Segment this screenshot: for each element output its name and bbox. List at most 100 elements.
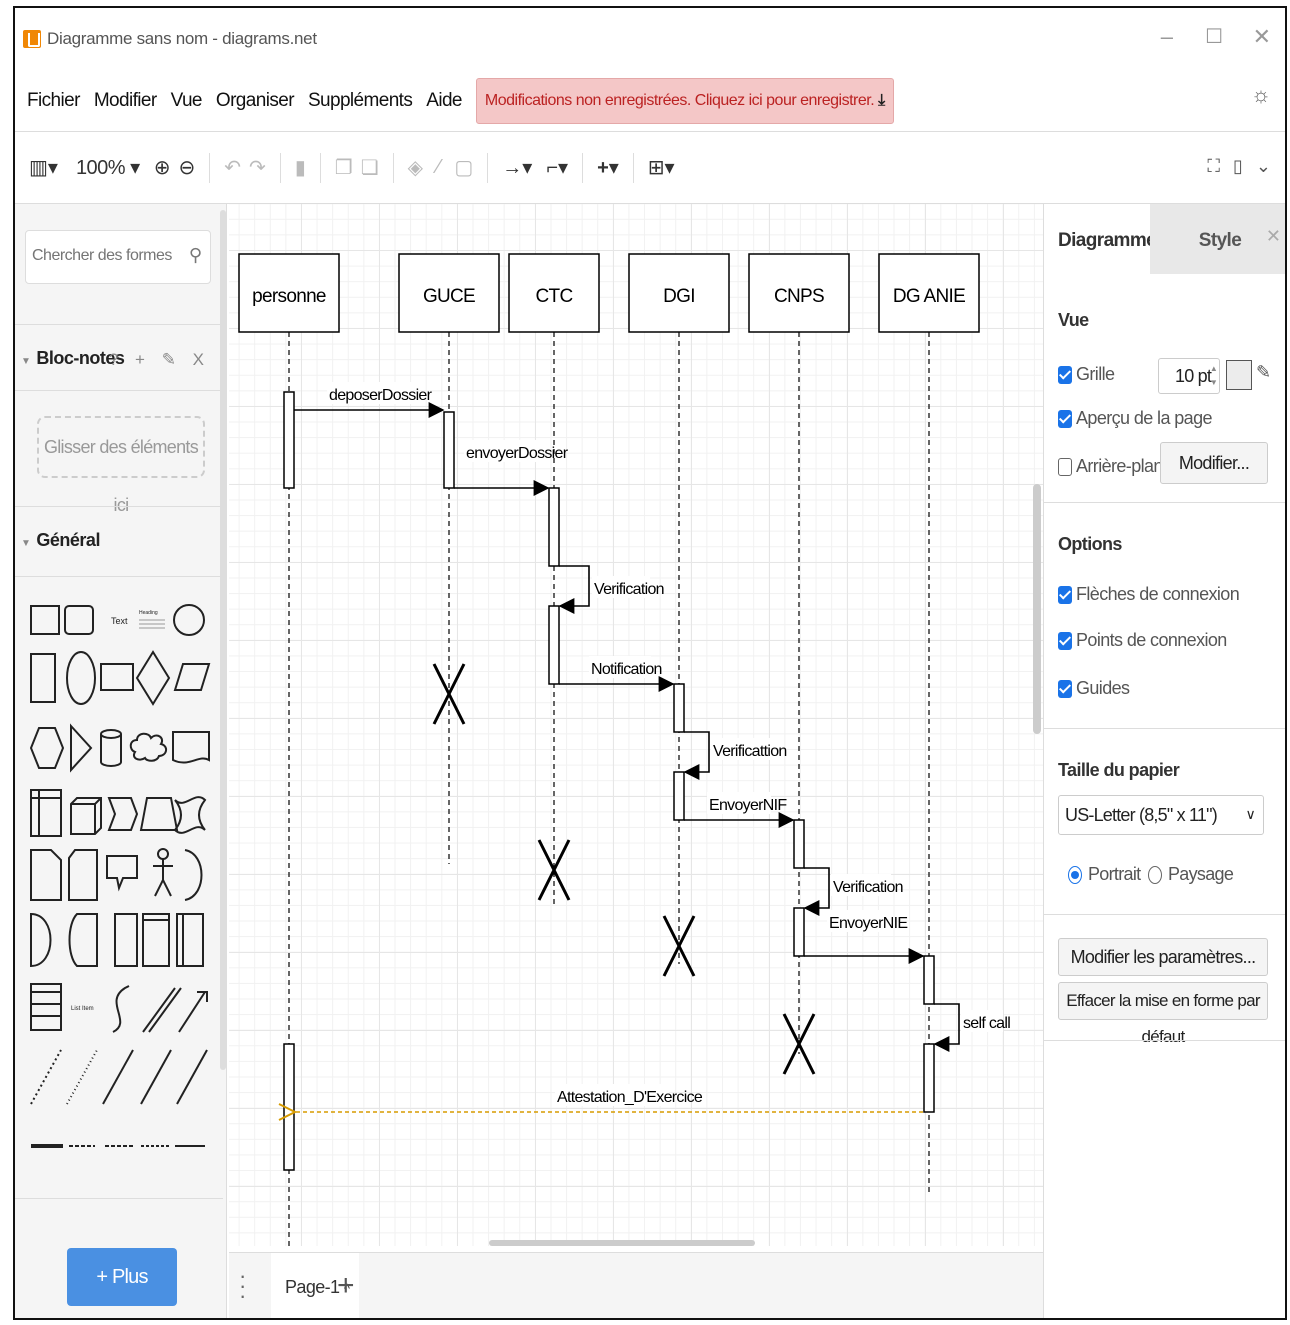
edit-params-button[interactable]: Modifier les paramètres... (1058, 938, 1268, 976)
rounded-rectangle-shape[interactable] (64, 605, 94, 635)
delete-icon[interactable]: ▮ (295, 155, 306, 180)
triangle-shape[interactable] (70, 723, 93, 773)
circle-shape[interactable] (173, 604, 205, 636)
activation-bar[interactable] (673, 683, 685, 733)
shape-search[interactable]: ⚲ (25, 230, 211, 284)
sidebar-scrollbar[interactable] (220, 210, 226, 1070)
cloud-shape[interactable] (129, 732, 167, 762)
connection-arrows-checkbox[interactable]: Flèches de connexion (1058, 584, 1240, 605)
menu-arrange[interactable]: Organiser (216, 90, 295, 112)
swimlane-shape[interactable] (176, 913, 204, 967)
curve-shape[interactable] (112, 985, 130, 1033)
fullscreen-icon[interactable]: ⛶ ▯ ⌄ (1207, 156, 1275, 177)
search-icon[interactable]: ⚲ (189, 245, 202, 266)
menu-file[interactable]: Fichier (27, 90, 80, 112)
format-panel-icon[interactable]: ▥▾ (29, 155, 58, 180)
minimize-icon[interactable]: – (1161, 24, 1173, 50)
waypoints-icon[interactable]: ⌐▾ (546, 155, 568, 180)
bidirectional-connector-shape[interactable] (140, 1049, 172, 1105)
zoom-in-icon[interactable]: ⊕ (154, 155, 171, 180)
cube-shape[interactable] (70, 797, 102, 835)
connection-icon[interactable]: →▾ (502, 155, 532, 180)
self-message-arrow[interactable] (933, 1003, 960, 1052)
zoom-select[interactable]: 100% ▾ (76, 155, 140, 180)
process-shape[interactable] (114, 913, 138, 967)
unsaved-changes-button[interactable]: Modifications non enregistrées. Cliquez … (475, 77, 894, 124)
actor-shape[interactable] (153, 848, 173, 897)
close-panel-icon[interactable]: ✕ (1266, 226, 1281, 247)
canvas-vertical-scrollbar[interactable] (1033, 484, 1041, 734)
arrow-shape[interactable] (178, 991, 208, 1033)
more-shapes-button[interactable]: + Plus d'icones (67, 1248, 177, 1306)
delay-shape[interactable] (30, 912, 52, 968)
activation-bar[interactable] (443, 411, 455, 489)
activation-bar[interactable] (283, 391, 295, 489)
tab-diagram[interactable]: Diagramme (1044, 204, 1157, 274)
guides-checkbox[interactable]: Guides (1058, 678, 1130, 699)
tall-rectangle-shape[interactable] (30, 653, 56, 703)
to-back-icon[interactable]: ❏ (361, 155, 379, 180)
add-page-icon[interactable]: + (337, 1269, 355, 1303)
stored-data-shape[interactable] (68, 913, 98, 967)
undo-icon[interactable]: ↶ (224, 155, 241, 180)
card-shape[interactable] (68, 849, 98, 901)
activation-bar[interactable] (548, 605, 560, 685)
pages-menu-icon[interactable]: · · · (239, 1265, 246, 1307)
table-icon[interactable]: ⊞▾ (648, 155, 675, 180)
grid-color-swatch[interactable] (1226, 360, 1252, 390)
self-message-arrow[interactable] (558, 565, 590, 614)
trapezoid-shape[interactable] (139, 797, 179, 831)
paper-size-select[interactable]: US-Letter (8,5" x 11") ∨ (1058, 795, 1264, 835)
menu-edit[interactable]: Modifier (94, 90, 157, 112)
redo-icon[interactable]: ↷ (249, 155, 266, 180)
scratchpad-dropzone[interactable]: Glisser des éléments ici (37, 416, 205, 515)
self-message-arrow[interactable] (803, 867, 830, 916)
scratchpad-actions[interactable]: ? + ✎ X (109, 350, 210, 370)
cylinder-shape[interactable] (100, 729, 122, 767)
grid-size-stepper[interactable]: 10 pt ▲ ▼ (1158, 358, 1220, 394)
grid-checkbox[interactable]: Grille (1058, 364, 1115, 385)
connection-points-checkbox[interactable]: Points de connexion (1058, 630, 1227, 651)
container-shape[interactable] (142, 913, 170, 967)
activation-bar[interactable] (548, 487, 560, 567)
diamond-shape[interactable] (135, 650, 171, 706)
menu-extras[interactable]: Suppléments (308, 90, 413, 112)
activation-bar[interactable] (793, 819, 805, 869)
line-color-icon[interactable]: ⁄ (437, 156, 440, 179)
parallelogram-shape[interactable] (173, 663, 211, 691)
activation-bar[interactable] (923, 955, 935, 1005)
internal-storage-shape[interactable] (30, 789, 62, 837)
rectangle-shape[interactable] (30, 605, 60, 635)
menu-view[interactable]: Vue (171, 90, 203, 112)
portrait-radio[interactable]: Portrait (1068, 864, 1141, 885)
hexagon-shape[interactable] (29, 727, 65, 769)
callout-shape[interactable] (106, 855, 138, 892)
general-header[interactable]: ▼ Général (21, 530, 100, 551)
modify-background-button[interactable]: Modifier... (1160, 442, 1268, 484)
ellipse-shape[interactable] (66, 651, 96, 705)
background-checkbox[interactable]: Arrière-plan (1058, 456, 1163, 477)
shadow-icon[interactable]: ▢ (454, 155, 473, 180)
clear-style-button[interactable]: Effacer la mise en forme par défaut (1058, 982, 1268, 1046)
zoom-out-icon[interactable]: ⊖ (178, 155, 195, 180)
dotted-line-shape[interactable] (66, 1049, 98, 1105)
activation-bar[interactable] (923, 1043, 935, 1113)
maximize-icon[interactable]: ☐ (1205, 24, 1223, 49)
page-view-checkbox[interactable]: Aperçu de la page (1058, 408, 1213, 429)
search-input[interactable] (32, 247, 182, 265)
square-shape[interactable] (100, 663, 134, 691)
document-shape[interactable] (172, 731, 210, 764)
edit-color-icon[interactable]: ✎ (1256, 362, 1271, 383)
list-shape[interactable] (30, 983, 62, 1031)
note-shape[interactable] (30, 849, 62, 901)
tape-shape[interactable] (173, 796, 207, 834)
menu-help[interactable]: Aide (426, 90, 462, 112)
insert-icon[interactable]: +▾ (597, 155, 619, 180)
directional-connector-shape[interactable] (176, 1049, 208, 1105)
line-shape[interactable] (102, 1049, 134, 1105)
text-shape[interactable]: Text (111, 616, 128, 626)
step-shape[interactable] (107, 797, 139, 831)
fill-color-icon[interactable]: ◈ (408, 155, 423, 180)
list-item-shape[interactable]: List Item (71, 1006, 94, 1012)
heading-shape[interactable]: Heading (139, 610, 158, 616)
